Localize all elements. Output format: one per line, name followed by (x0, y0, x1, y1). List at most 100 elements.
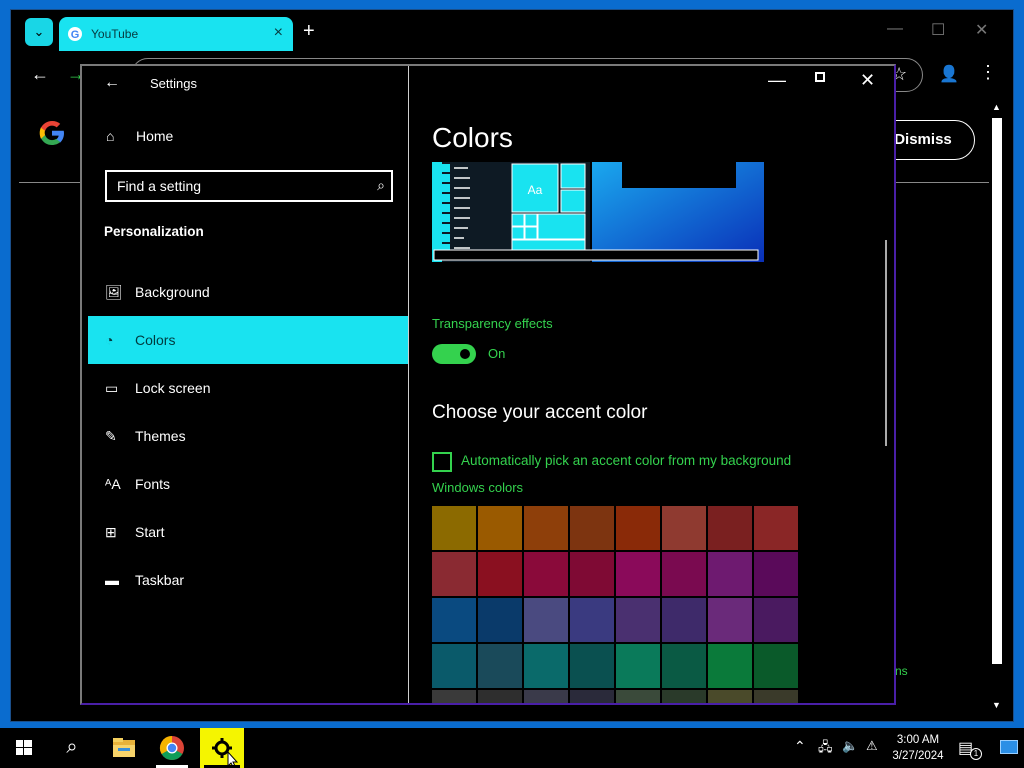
color-swatch[interactable] (754, 644, 798, 688)
close-window-icon[interactable]: ✕ (975, 20, 988, 40)
sidebar-item-fonts[interactable]: ᴬA Fonts (88, 460, 408, 508)
maximize-icon[interactable]: ☐ (931, 20, 945, 40)
color-swatch[interactable] (662, 552, 706, 596)
back-arrow-icon[interactable]: ← (31, 64, 49, 85)
content-scrollbar[interactable] (885, 240, 887, 446)
sidebar-item-label: Background (135, 284, 210, 300)
color-swatch[interactable] (662, 506, 706, 550)
color-swatch[interactable] (616, 690, 660, 703)
color-swatch[interactable] (754, 506, 798, 550)
close-window-icon[interactable]: ✕ (860, 70, 875, 91)
theme-preview: Aa (432, 162, 764, 266)
palette-icon: ◔ (105, 332, 114, 348)
color-swatch[interactable] (570, 506, 614, 550)
sidebar-item-start[interactable]: ⊞ Start (88, 508, 408, 556)
minimize-icon[interactable]: — (768, 70, 786, 91)
color-swatch[interactable] (708, 598, 752, 642)
color-swatch[interactable] (478, 598, 522, 642)
start-button[interactable] (0, 728, 48, 768)
color-swatch[interactable] (524, 690, 568, 703)
section-heading: Personalization (104, 224, 204, 239)
settings-sidebar: ← Settings ⌂ Home Find a setting ⌕ Person… (82, 66, 409, 703)
color-swatch[interactable] (570, 552, 614, 596)
auto-accent-checkbox[interactable] (432, 452, 452, 472)
color-swatch[interactable] (708, 506, 752, 550)
clock-time: 3:00 AM (896, 734, 940, 746)
color-swatch[interactable] (616, 552, 660, 596)
color-swatch[interactable] (570, 644, 614, 688)
scroll-thumb[interactable] (992, 118, 1002, 664)
page-text-fragment: ns (895, 664, 908, 678)
color-swatch[interactable] (708, 552, 752, 596)
settings-taskbar-button[interactable] (200, 728, 244, 768)
color-swatch[interactable] (432, 552, 476, 596)
profile-icon[interactable]: 👤 (939, 64, 959, 84)
color-swatch[interactable] (754, 690, 798, 703)
color-swatch[interactable] (524, 506, 568, 550)
minimize-icon[interactable]: — (887, 20, 903, 38)
sidebar-item-label: Taskbar (135, 572, 185, 588)
maximize-icon[interactable] (815, 72, 825, 82)
show-desktop-button[interactable] (1000, 740, 1018, 754)
image-icon: 🖼 (105, 284, 123, 300)
kebab-menu-icon[interactable]: ⋮ (979, 62, 997, 83)
color-swatch[interactable] (478, 690, 522, 703)
color-swatch[interactable] (432, 598, 476, 642)
settings-window: ← Settings ⌂ Home Find a setting ⌕ Person… (80, 64, 896, 705)
lock-screen-icon: ▭ (105, 380, 119, 396)
action-center-warning-icon[interactable]: ⚠ (866, 738, 878, 754)
sidebar-item-label: Themes (135, 428, 186, 444)
settings-content-pane: — ✕ Colors Aa Transparency effects On Ch… (410, 66, 894, 703)
file-explorer-icon (113, 738, 135, 757)
color-swatch[interactable] (662, 598, 706, 642)
settings-window-title: Settings (150, 76, 197, 91)
tab-search-icon[interactable]: ⌄ (25, 18, 53, 46)
chrome-taskbar-button[interactable] (152, 728, 192, 768)
color-swatch[interactable] (708, 690, 752, 703)
file-explorer-button[interactable] (104, 728, 144, 768)
color-swatch[interactable] (478, 506, 522, 550)
back-arrow-icon[interactable]: ← (104, 74, 120, 92)
scroll-up-icon[interactable]: ▲ (992, 102, 1001, 112)
close-icon[interactable]: × (274, 24, 283, 42)
color-swatch[interactable] (616, 644, 660, 688)
color-swatch[interactable] (524, 598, 568, 642)
color-swatch[interactable] (570, 598, 614, 642)
color-swatch[interactable] (708, 644, 752, 688)
find-setting-input[interactable]: Find a setting ⌕ (105, 170, 393, 202)
sidebar-item-taskbar[interactable]: ▬ Taskbar (88, 556, 408, 604)
search-placeholder: Find a setting (117, 178, 202, 194)
color-swatch[interactable] (432, 644, 476, 688)
sidebar-item-home[interactable]: ⌂ Home (106, 128, 173, 150)
sidebar-item-lock-screen[interactable]: ▭ Lock screen (88, 364, 408, 412)
color-swatch[interactable] (616, 598, 660, 642)
color-swatch[interactable] (478, 644, 522, 688)
search-icon[interactable]: ⌕ (52, 728, 92, 768)
page-scrollbar[interactable]: ▲ ▼ (989, 102, 1005, 710)
network-icon[interactable]: 🖧 (818, 738, 833, 760)
color-swatch[interactable] (432, 506, 476, 550)
tab-youtube[interactable]: G YouTube × (59, 17, 293, 51)
google-favicon: G (68, 27, 82, 41)
sidebar-item-background[interactable]: 🖼 Background (88, 268, 408, 316)
transparency-toggle[interactable] (432, 344, 476, 364)
color-swatch[interactable] (616, 506, 660, 550)
color-swatch[interactable] (754, 552, 798, 596)
color-swatch[interactable] (432, 690, 476, 703)
sidebar-item-colors[interactable]: ◔ Colors (88, 316, 408, 364)
color-swatch[interactable] (662, 644, 706, 688)
system-clock[interactable]: 3:00 AM 3/27/2024 (890, 732, 946, 764)
chevron-up-icon[interactable]: ⌃ (794, 738, 806, 755)
volume-muted-icon[interactable]: 🔈 (842, 738, 858, 754)
color-swatch[interactable] (524, 644, 568, 688)
sidebar-item-themes[interactable]: ✎ Themes (88, 412, 408, 460)
color-swatch[interactable] (570, 690, 614, 703)
color-swatch[interactable] (754, 598, 798, 642)
search-icon[interactable]: ⌕ (377, 177, 385, 194)
scroll-down-icon[interactable]: ▼ (992, 700, 1001, 710)
color-swatch[interactable] (524, 552, 568, 596)
preview-sample-text: Aa (528, 183, 543, 197)
color-swatch[interactable] (478, 552, 522, 596)
new-tab-button[interactable]: + (303, 20, 315, 43)
color-swatch[interactable] (662, 690, 706, 703)
